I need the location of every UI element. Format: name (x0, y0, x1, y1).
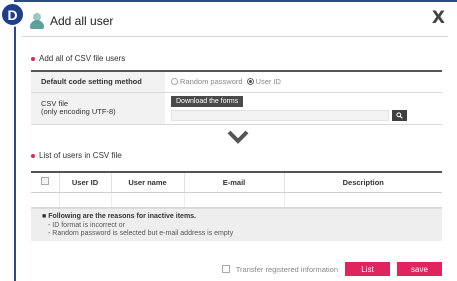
chevron-down-icon (227, 130, 249, 144)
table-row (31, 192, 442, 208)
save-button[interactable]: save (397, 262, 442, 276)
csv-file-sublabel: (only encoding UTF-8) (41, 107, 116, 116)
inactive-notice: ■ Following are the reasons for inactive… (31, 208, 442, 241)
csv-section-heading: Add all of CSV file users (31, 54, 125, 63)
notice-item: - Random password is selected but e-mail… (48, 230, 234, 237)
notice-item: - ID format is incorrect or (48, 221, 126, 229)
code-setting-label: Default code setting method (31, 71, 165, 93)
csv-file-input[interactable] (171, 109, 389, 121)
user-id-label: User ID (255, 77, 281, 87)
select-all-checkbox[interactable] (40, 177, 49, 186)
frame-top-border (14, 0, 457, 2)
csv-file-label-cell: CSV file (only encoding UTF-8) (31, 92, 165, 125)
browse-button[interactable] (392, 109, 407, 121)
csv-section-title: Add all of CSV file users (39, 54, 126, 63)
col-user-name[interactable]: User name (111, 172, 185, 193)
dialog-header: Add all user (30, 8, 113, 34)
csv-file-controls: Download the forms (165, 92, 442, 125)
bullet-icon (31, 153, 35, 158)
list-section-title: List of users in CSV file (39, 151, 122, 160)
table-header-row: User ID User name E-mail Description (31, 172, 442, 193)
step-badge: D (0, 2, 25, 27)
search-icon (396, 111, 403, 119)
dialog-footer: Transfer registered information List sav… (221, 262, 442, 276)
list-section-heading: List of users in CSV file (31, 151, 122, 160)
select-all-cell (31, 172, 60, 193)
notice-title: ■ Following are the reasons for inactive… (42, 213, 197, 220)
user-icon (30, 13, 44, 29)
col-description[interactable]: Description (284, 172, 442, 193)
frame-left-border (14, 22, 16, 281)
user-id-radio[interactable] (246, 78, 254, 86)
transfer-label: Transfer registered information (235, 264, 338, 274)
transfer-checkbox[interactable] (221, 265, 230, 273)
csv-form-table: Default code setting method Random passw… (31, 70, 442, 125)
csv-file-row: CSV file (only encoding UTF-8) Download … (31, 92, 442, 125)
random-password-label: Random password (180, 77, 243, 87)
col-email[interactable]: E-mail (184, 172, 285, 193)
close-button[interactable]: X (432, 8, 445, 28)
download-forms-button[interactable]: Download the forms (171, 95, 244, 107)
code-setting-row: Default code setting method Random passw… (31, 71, 442, 93)
code-setting-options: Random password User ID (165, 71, 442, 93)
dialog-title: Add all user (50, 14, 114, 28)
bullet-icon (31, 56, 35, 61)
users-table: User ID User name E-mail Description (31, 171, 442, 208)
list-button[interactable]: List (345, 262, 390, 276)
col-user-id[interactable]: User ID (59, 172, 112, 193)
random-password-radio[interactable] (171, 78, 178, 86)
title-divider (22, 36, 448, 37)
